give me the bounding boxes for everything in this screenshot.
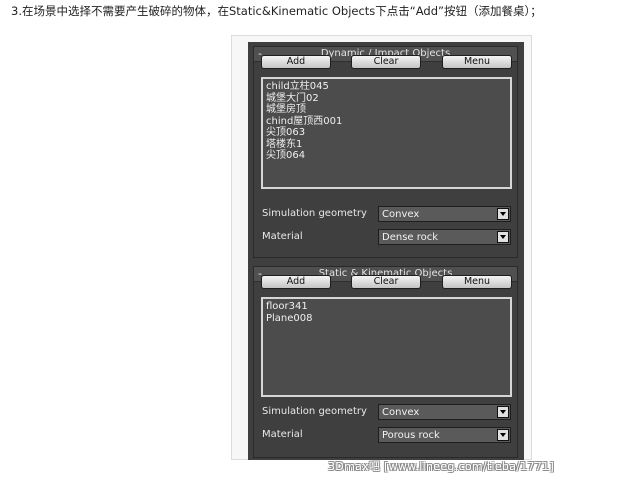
chevron-down-icon[interactable] (497, 208, 509, 220)
dynamic-objects-list[interactable]: child立柱045 城堡大门02 城堡房顶 chind屋顶西001 尖顶063… (261, 77, 512, 189)
chevron-down-icon[interactable] (497, 231, 509, 243)
material-dropdown[interactable]: Porous rock (378, 427, 511, 443)
list-item[interactable]: 城堡房顶 (266, 104, 507, 116)
material-label: Material (262, 429, 303, 440)
dynamic-menu-button[interactable]: Menu (442, 55, 512, 69)
instruction-caption: 3.在场景中选择不需要产生破碎的物体，在Static&Kinematic Obj… (11, 4, 542, 18)
dynamic-objects-rollout: - Dynamic / Impact Objects Add Clear Men… (253, 46, 518, 258)
dropdown-value: Dense rock (382, 232, 439, 243)
list-item[interactable]: 尖顶064 (266, 150, 507, 162)
simulation-geometry-dropdown[interactable]: Convex (378, 206, 511, 222)
static-menu-button[interactable]: Menu (442, 275, 512, 289)
static-objects-list[interactable]: floor341 Plane008 (261, 297, 512, 397)
simulation-geometry-dropdown[interactable]: Convex (378, 404, 511, 420)
list-item[interactable]: child立柱045 (266, 81, 507, 93)
dropdown-value: Convex (382, 407, 420, 418)
material-label: Material (262, 231, 303, 242)
watermark: 3Dmax吧 [www.lineeg.com/tieba/1771] (328, 460, 555, 473)
static-add-button[interactable]: Add (261, 275, 331, 289)
static-objects-rollout: - Static & Kinematic Objects Add Clear M… (253, 266, 518, 458)
list-item[interactable]: floor341 (266, 301, 507, 313)
chevron-down-icon[interactable] (497, 429, 509, 441)
simulation-geometry-label: Simulation geometry (262, 406, 367, 417)
dynamic-add-button[interactable]: Add (261, 55, 331, 69)
list-item[interactable]: 城堡大门02 (266, 93, 507, 105)
rayfire-objects-panel: - Dynamic / Impact Objects Add Clear Men… (248, 42, 524, 460)
static-clear-button[interactable]: Clear (351, 275, 421, 289)
material-dropdown[interactable]: Dense rock (378, 229, 511, 245)
simulation-geometry-label: Simulation geometry (262, 208, 367, 219)
list-item[interactable]: Plane008 (266, 313, 507, 325)
list-item[interactable]: 塔楼东1 (266, 139, 507, 151)
dynamic-clear-button[interactable]: Clear (351, 55, 421, 69)
chevron-down-icon[interactable] (497, 406, 509, 418)
list-item[interactable]: 尖顶063 (266, 127, 507, 139)
list-item[interactable]: chind屋顶西001 (266, 116, 507, 128)
dropdown-value: Convex (382, 209, 420, 220)
dropdown-value: Porous rock (382, 430, 440, 441)
